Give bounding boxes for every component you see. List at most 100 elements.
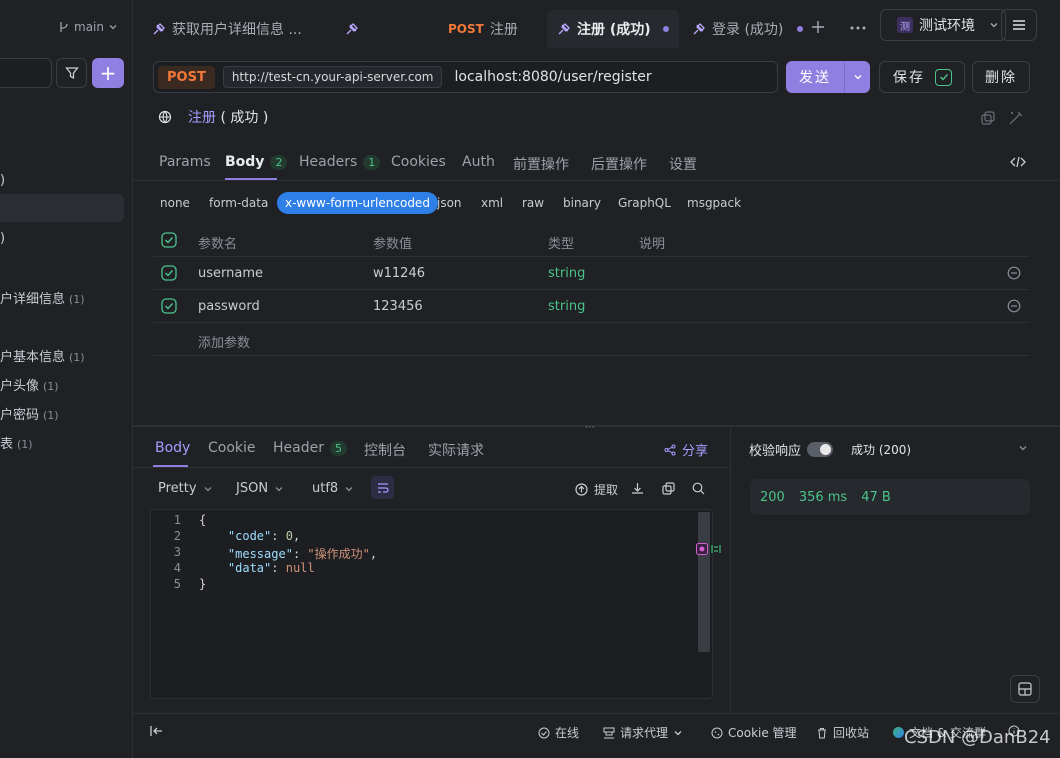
response-tab-body[interactable]: Body — [155, 440, 190, 456]
param-value[interactable]: 123456 — [373, 299, 423, 314]
response-code-editor[interactable]: 1 2 3 4 5 { "code": 0, "message": "操作成功"… — [150, 509, 713, 699]
tab-post-operation[interactable]: 后置操作 — [591, 154, 647, 174]
format-dropdown[interactable]: Pretty — [158, 481, 213, 496]
add-param-row[interactable]: 添加参数 — [153, 323, 1030, 356]
url-path-input[interactable]: localhost:8080/user/register — [454, 69, 651, 85]
body-type-urlencoded[interactable]: x-www-form-urlencoded — [277, 192, 438, 214]
body-type-json[interactable]: json — [437, 196, 462, 210]
copy-icon[interactable] — [980, 110, 996, 126]
tab-params[interactable]: Params — [159, 154, 211, 170]
save-button[interactable]: 保存 — [879, 61, 965, 93]
environment-selector[interactable]: 测 测试环境 — [880, 9, 1006, 41]
search-icon[interactable] — [692, 482, 705, 495]
tab-untitled[interactable] — [345, 10, 359, 48]
response-tab-header[interactable]: Header 5 — [273, 440, 347, 456]
delete-button[interactable]: 删除 — [972, 61, 1030, 93]
wrap-toggle[interactable] — [371, 476, 394, 499]
language-dropdown[interactable]: JSON — [236, 481, 284, 496]
menu-button[interactable] — [1001, 9, 1037, 41]
response-tab-console[interactable]: 控制台 — [364, 440, 406, 460]
body-type-raw[interactable]: raw — [522, 196, 544, 210]
row-checkbox[interactable] — [161, 298, 177, 314]
tab-cookies[interactable]: Cookies — [391, 154, 446, 170]
sidebar-item[interactable]: 户密码 (1) — [0, 404, 59, 423]
layout-toggle-button[interactable] — [1010, 675, 1040, 703]
extract-button[interactable]: 提取 — [575, 481, 618, 498]
sidebar-item[interactable]: ) — [0, 231, 5, 246]
body-type-none[interactable]: none — [160, 196, 190, 210]
magic-icon[interactable] — [1008, 110, 1024, 126]
tab-pre-operation[interactable]: 前置操作 — [513, 154, 569, 174]
tab-label: 注册 (成功) — [577, 22, 651, 38]
format-value: Pretty — [158, 481, 197, 496]
filter-button[interactable] — [56, 58, 87, 88]
row-checkbox[interactable] — [161, 265, 177, 281]
copy-icon[interactable] — [662, 482, 675, 495]
check-all-checkbox[interactable] — [161, 232, 177, 248]
method-selector[interactable]: POST — [158, 65, 215, 89]
param-type[interactable]: string — [548, 266, 585, 281]
body-type-form-data[interactable]: form-data — [209, 196, 268, 210]
ai-assist-icon[interactable] — [696, 543, 722, 555]
code-icon[interactable] — [1010, 155, 1026, 169]
line-number: 5 — [173, 577, 181, 591]
sidebar-item[interactable]: 表 (1) — [0, 433, 33, 452]
send-button[interactable]: 发送 — [786, 61, 870, 93]
cookie-icon — [711, 727, 723, 738]
column-header: 说明 — [639, 237, 666, 252]
sidebar-item[interactable]: 户头像 (1) — [0, 375, 59, 394]
tab-settings[interactable]: 设置 — [669, 154, 697, 174]
collapse-sidebar-icon[interactable] — [150, 725, 164, 737]
response-meta-pane — [730, 427, 1060, 712]
response-tab-actual-request[interactable]: 实际请求 — [428, 440, 484, 460]
validate-toggle[interactable] — [807, 442, 834, 457]
param-name[interactable]: password — [198, 299, 260, 314]
param-name[interactable]: username — [198, 266, 263, 281]
unsaved-dot — [797, 26, 804, 32]
url-bar[interactable]: POST http://test-cn.your-api-server.com … — [153, 61, 778, 93]
body-type-graphql[interactable]: GraphQL — [618, 196, 671, 210]
remove-row-icon[interactable] — [1007, 299, 1021, 313]
sidebar-item[interactable]: 户基本信息 (1) — [0, 346, 85, 365]
tab-register[interactable]: POST 注册 — [448, 10, 518, 48]
share-button[interactable]: 分享 — [664, 440, 708, 459]
sidebar-item-count: (1) — [17, 438, 33, 451]
response-tab-cookie[interactable]: Cookie — [208, 440, 256, 456]
trash-button[interactable]: 回收站 — [816, 724, 869, 741]
tab-body[interactable]: Body 2 — [225, 154, 288, 170]
tab-get-user-detail[interactable]: 获取用户详细信息 ... — [152, 10, 302, 48]
body-type-binary[interactable]: binary — [563, 196, 601, 210]
request-proxy-button[interactable]: 请求代理 — [603, 724, 683, 741]
branch-icon — [60, 22, 68, 32]
param-value[interactable]: w11246 — [373, 266, 425, 281]
body-type-xml[interactable]: xml — [481, 196, 503, 210]
new-tab-button[interactable] — [811, 20, 825, 34]
sidebar-search-input[interactable] — [0, 58, 52, 88]
body-type-msgpack[interactable]: msgpack — [687, 196, 741, 210]
sidebar-active-item[interactable] — [0, 194, 124, 222]
sidebar-item-label: 户密码 — [0, 408, 40, 423]
online-status[interactable]: 在线 — [538, 724, 579, 741]
layout-icon — [1018, 682, 1032, 696]
tab-login-success[interactable]: 登录 (成功) — [692, 10, 804, 48]
base-url[interactable]: http://test-cn.your-api-server.com — [222, 66, 443, 88]
branch-selector[interactable]: main — [58, 20, 118, 34]
api-name[interactable]: 注册 — [188, 110, 216, 126]
remove-row-icon[interactable] — [1007, 266, 1021, 280]
add-param-placeholder[interactable]: 添加参数 — [198, 332, 250, 351]
send-options-button[interactable] — [844, 61, 870, 93]
sidebar-item[interactable]: 户详细信息 (1) — [0, 288, 85, 307]
more-tabs-button[interactable] — [850, 26, 866, 30]
editor-scrollbar[interactable] — [698, 512, 710, 652]
chevron-down-icon[interactable] — [1018, 443, 1028, 453]
tab-register-success[interactable]: 注册 (成功) — [547, 10, 679, 48]
param-type[interactable]: string — [548, 299, 585, 314]
sidebar-item[interactable]: ) — [0, 173, 5, 188]
tab-headers[interactable]: Headers 1 — [299, 154, 381, 170]
download-icon[interactable] — [631, 482, 644, 495]
delete-label: 删除 — [985, 70, 1017, 86]
encoding-dropdown[interactable]: utf8 — [312, 481, 354, 496]
tab-auth[interactable]: Auth — [462, 154, 495, 170]
add-button[interactable]: + — [92, 58, 124, 88]
cookie-manager-button[interactable]: Cookie 管理 — [711, 724, 797, 741]
